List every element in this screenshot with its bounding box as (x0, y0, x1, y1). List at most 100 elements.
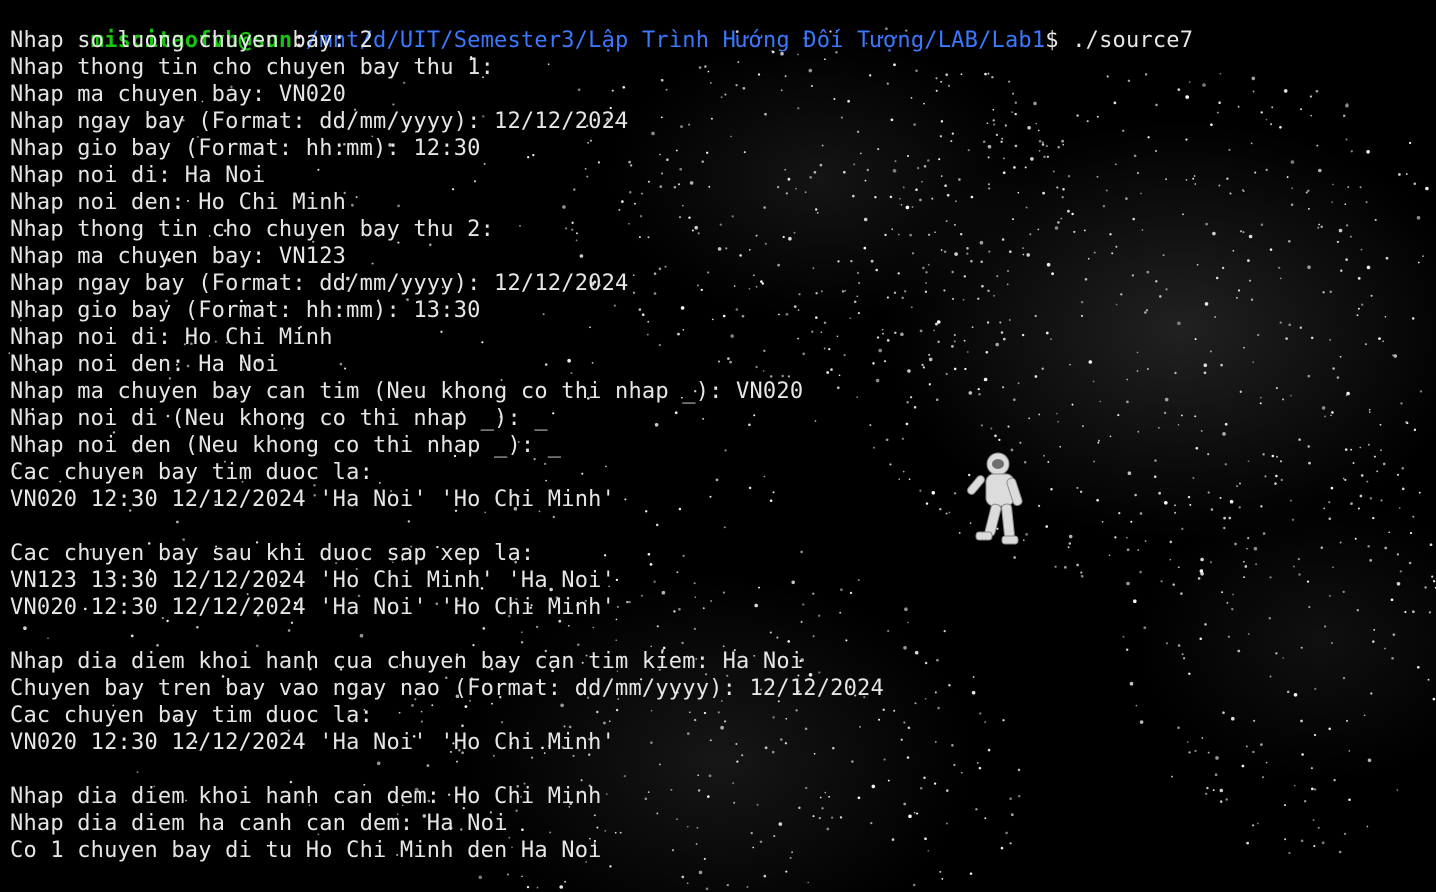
output-line: VN020 12:30 12/12/2024 'Ha Noi' 'Ho Chi … (10, 487, 616, 512)
program-output: Nhap so luong chuyen bay: 2 Nhap thong ti… (10, 27, 1193, 864)
star (1345, 138, 1348, 141)
star (1237, 289, 1241, 292)
star (1215, 276, 1219, 280)
star (1270, 123, 1273, 126)
star (1265, 118, 1268, 121)
terminal-window[interactable]: miscitaofvh@sun:/mnt/d/UIT/Semester3/Lập… (0, 0, 1436, 892)
star (1307, 189, 1310, 192)
star (1317, 226, 1320, 229)
star (1338, 850, 1342, 854)
star (1390, 598, 1394, 602)
star (1308, 605, 1311, 609)
star (1336, 376, 1340, 379)
prompt-line-current[interactable]: miscitaofvh@sun:/mnt/d/UIT/Semester3/Lập… (10, 864, 1193, 891)
star (1196, 263, 1199, 266)
star (1279, 277, 1282, 280)
star (1315, 89, 1319, 93)
star (1239, 482, 1241, 485)
star (1342, 590, 1345, 594)
star (1260, 223, 1264, 226)
star (1346, 719, 1348, 722)
star (1316, 144, 1319, 147)
star (1391, 656, 1394, 660)
star (1384, 315, 1387, 318)
output-line: Nhap dia diem khoi hanh cua chuyen bay c… (10, 649, 804, 674)
star (1328, 517, 1332, 521)
star (1357, 277, 1361, 280)
star (1210, 508, 1214, 511)
star (1242, 560, 1245, 563)
star (1222, 711, 1225, 714)
output-line: Nhap ma chuyen bay: VN020 (10, 82, 347, 107)
star (1264, 475, 1267, 478)
output-line: Nhap ngay bay (Format: dd/mm/yyyy): 12/1… (10, 109, 629, 134)
star (1271, 454, 1275, 458)
star (1246, 841, 1249, 845)
star (1347, 186, 1350, 189)
star (1229, 499, 1234, 504)
star (1239, 390, 1242, 393)
star (1275, 455, 1279, 458)
output-line: Nhap noi di: Ha Noi (10, 163, 266, 188)
star (1431, 575, 1434, 578)
star (1408, 561, 1412, 565)
output-line: Nhap thong tin cho chuyen bay thu 2: (10, 217, 495, 242)
star (1342, 114, 1346, 118)
star (1254, 171, 1257, 174)
star (1345, 103, 1349, 108)
output-line: Cac chuyen bay tim duoc la: (10, 703, 374, 728)
star (1252, 824, 1255, 827)
star (1290, 203, 1294, 206)
star (1364, 343, 1367, 346)
star (1227, 635, 1231, 639)
star (1207, 453, 1210, 456)
star (1224, 422, 1228, 426)
star (1345, 224, 1349, 227)
star (1293, 784, 1296, 787)
star (1339, 355, 1342, 358)
star (1360, 248, 1363, 251)
star (1422, 255, 1424, 257)
star (1317, 826, 1320, 829)
star (1370, 692, 1373, 695)
star (1425, 186, 1429, 191)
star (1342, 477, 1345, 480)
star (1286, 176, 1289, 179)
star (1225, 798, 1228, 801)
star (1396, 553, 1400, 556)
star (1292, 565, 1295, 568)
star (1231, 607, 1234, 611)
star (1200, 557, 1204, 562)
star (1329, 290, 1332, 294)
star (1275, 387, 1278, 390)
star (1356, 314, 1359, 317)
star (1380, 449, 1382, 452)
star (1275, 652, 1278, 655)
star (1195, 446, 1199, 450)
star (1366, 480, 1369, 483)
star (1282, 398, 1285, 401)
star (1388, 531, 1391, 534)
star (1207, 491, 1210, 494)
star (1367, 758, 1372, 763)
star (1226, 177, 1229, 180)
star (1210, 123, 1213, 127)
star (1247, 460, 1250, 463)
prompt-line: miscitaofvh@sun:/mnt/d/UIT/Semester3/Lập… (10, 0, 1193, 53)
output-line: Nhap noi den (Neu khong co thi nhap _): … (10, 433, 562, 458)
star (1346, 391, 1350, 396)
star (1231, 716, 1235, 721)
star (1238, 506, 1241, 509)
star (1336, 240, 1340, 244)
star (1432, 579, 1436, 583)
star (1373, 629, 1376, 631)
star (1432, 697, 1436, 701)
star (1419, 390, 1423, 393)
star (1329, 338, 1332, 341)
star (1396, 582, 1401, 586)
star (1285, 337, 1288, 340)
star (1401, 467, 1404, 470)
star (1350, 502, 1353, 505)
